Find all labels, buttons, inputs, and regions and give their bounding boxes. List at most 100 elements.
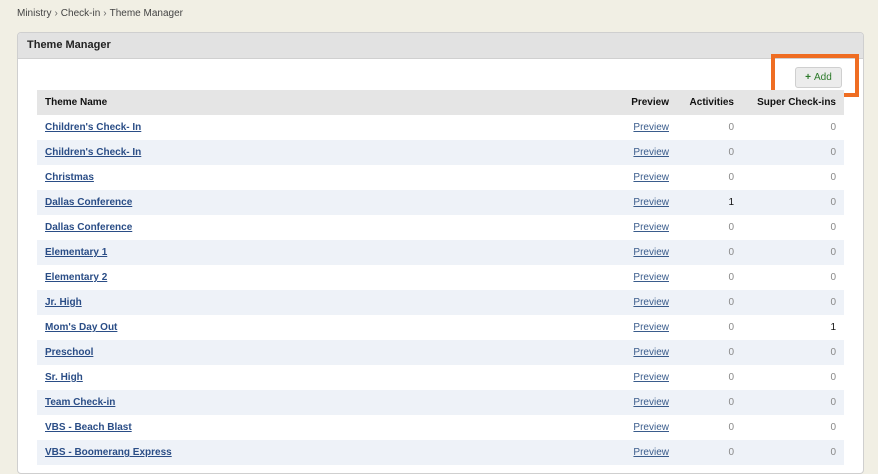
theme-name-cell: VBS - Beach Blast [37,415,623,440]
theme-name-cell: Children's Check- In [37,140,623,165]
theme-name-link[interactable]: VBS - Beach Blast [45,422,132,433]
activities-count: 0 [728,322,734,333]
breadcrumb-item-current: Theme Manager [109,8,183,19]
super-check-ins-count: 0 [742,290,844,315]
preview-cell: Preview [623,190,677,215]
breadcrumb-item-ministry[interactable]: Ministry [17,8,51,19]
preview-cell: Preview [623,215,677,240]
theme-name-link[interactable]: Elementary 2 [45,272,107,283]
preview-cell: Preview [623,365,677,390]
add-button[interactable]: + Add [795,67,842,88]
theme-name-link[interactable]: Sr. High [45,372,83,383]
theme-name-cell: Elementary 2 [37,265,623,290]
panel-title: Theme Manager [18,33,863,59]
breadcrumb-separator: › [103,8,107,19]
column-header-super-check-ins: Super Check-ins [742,90,844,115]
theme-name-link[interactable]: Christmas [45,172,94,183]
theme-name-cell: Sr. High [37,365,623,390]
theme-name-cell: Mom's Day Out [37,315,623,340]
preview-cell: Preview [623,440,677,465]
table-row: Dallas Conference Preview 0 0 [37,215,844,240]
theme-name-cell: Children's Check- In [37,115,623,140]
preview-cell: Preview [623,265,677,290]
preview-link[interactable]: Preview [633,447,669,458]
preview-link[interactable]: Preview [633,222,669,233]
theme-name-cell: Jr. High [37,290,623,315]
table-row: Mom's Day Out Preview 0 1 [37,315,844,340]
theme-name-cell: VBS - Boomerang Express [37,440,623,465]
table-row: Jr. High Preview 0 0 [37,290,844,315]
preview-link[interactable]: Preview [633,122,669,133]
column-header-preview: Preview [623,90,677,115]
preview-link[interactable]: Preview [633,197,669,208]
activities-count: 0 [728,272,734,283]
table-row: Elementary 2 Preview 0 0 [37,265,844,290]
theme-name-cell: Dallas Conference [37,190,623,215]
theme-name-cell: Team Check-in [37,390,623,415]
preview-link[interactable]: Preview [633,297,669,308]
theme-name-link[interactable]: Mom's Day Out [45,322,117,333]
super-check-ins-count: 0 [830,372,836,383]
theme-name-cell: Preschool [37,340,623,365]
preview-link[interactable]: Preview [633,422,669,433]
super-check-ins-count: 0 [830,122,836,133]
activities-count: 0 [677,340,742,365]
theme-name-link[interactable]: Team Check-in [45,397,115,408]
activities-count: 0 [728,222,734,233]
table-row: Christmas Preview 0 0 [37,165,844,190]
preview-link[interactable]: Preview [633,247,669,258]
super-check-ins-count: 0 [830,172,836,183]
theme-name-link[interactable]: Children's Check- In [45,122,141,133]
theme-name-link[interactable]: Children's Check- In [45,147,141,158]
themes-table-body: Children's Check- In Preview 0 0 Children's … [37,115,844,465]
theme-name-link[interactable]: Elementary 1 [45,247,107,258]
activities-count: 0 [677,290,742,315]
theme-name-cell: Dallas Conference [37,215,623,240]
add-button-label: Add [814,72,832,83]
column-header-activities: Activities [677,90,742,115]
theme-name-link[interactable]: Dallas Conference [45,222,132,233]
activities-count: 0 [677,140,742,165]
breadcrumb-item-check-in[interactable]: Check-in [61,8,100,19]
super-check-ins-count: 0 [830,422,836,433]
preview-link[interactable]: Preview [633,372,669,383]
theme-name-link[interactable]: VBS - Boomerang Express [45,447,172,458]
preview-cell: Preview [623,165,677,190]
super-check-ins-count: 0 [742,140,844,165]
theme-name-link[interactable]: Jr. High [45,297,82,308]
super-check-ins-count: 0 [742,240,844,265]
preview-link[interactable]: Preview [633,322,669,333]
preview-cell: Preview [623,140,677,165]
preview-link[interactable]: Preview [633,147,669,158]
theme-name-link[interactable]: Dallas Conference [45,197,132,208]
activities-count: 0 [677,440,742,465]
preview-link[interactable]: Preview [633,347,669,358]
theme-name-cell: Christmas [37,165,623,190]
table-row: VBS - Beach Blast Preview 0 0 [37,415,844,440]
super-check-ins-count: 0 [742,190,844,215]
activities-count: 0 [728,122,734,133]
table-header-row: Theme Name Preview Activities Super Chec… [37,90,844,115]
preview-cell: Preview [623,390,677,415]
table-row: VBS - Boomerang Express Preview 0 0 [37,440,844,465]
super-check-ins-count: 0 [830,272,836,283]
table-row: Children's Check- In Preview 0 0 [37,140,844,165]
preview-link[interactable]: Preview [633,172,669,183]
table-row: Children's Check- In Preview 0 0 [37,115,844,140]
super-check-ins-count: 0 [742,440,844,465]
preview-link[interactable]: Preview [633,397,669,408]
theme-name-link[interactable]: Preschool [45,347,93,358]
table-row: Sr. High Preview 0 0 [37,365,844,390]
breadcrumb: Ministry › Check-in › Theme Manager [17,8,183,19]
activities-count: 0 [728,372,734,383]
preview-cell: Preview [623,290,677,315]
theme-name-cell: Elementary 1 [37,240,623,265]
super-check-ins-count: 0 [742,340,844,365]
activities-count: 0 [728,172,734,183]
preview-cell: Preview [623,340,677,365]
activities-count: 0 [728,422,734,433]
table-row: Team Check-in Preview 0 0 [37,390,844,415]
super-check-ins-count: 1 [830,322,836,333]
preview-link[interactable]: Preview [633,272,669,283]
preview-cell: Preview [623,415,677,440]
